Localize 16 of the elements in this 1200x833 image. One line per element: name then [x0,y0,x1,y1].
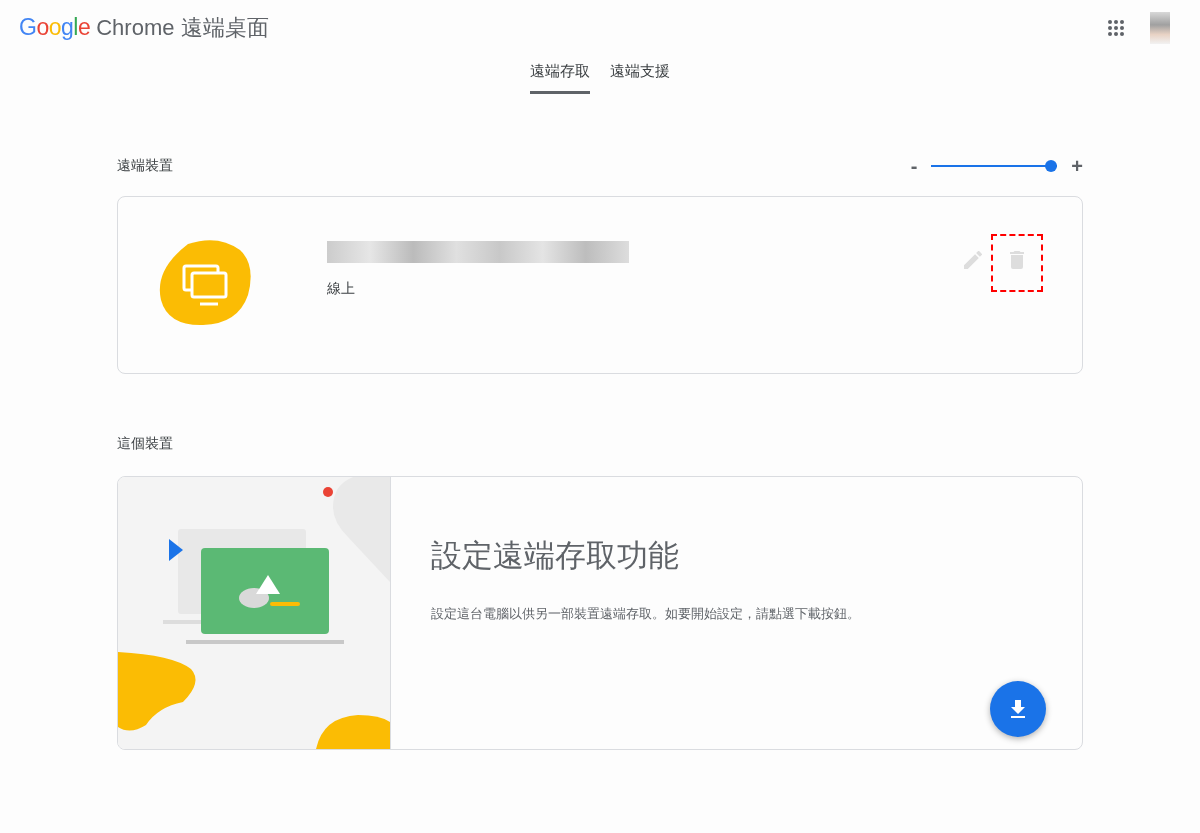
zoom-out-button[interactable]: - [910,154,918,178]
download-button[interactable] [990,681,1046,737]
setup-heading: 設定遠端存取功能 [431,537,680,575]
setup-description: 設定這台電腦以供另一部裝置遠端存取。如要開始設定，請點選下載按鈕。 [431,605,860,623]
tab[interactable]: 遠端支援 [610,60,670,94]
device-status: 線上 [327,279,356,298]
section-title: 遠端裝置 [117,157,173,175]
download-icon [1010,700,1026,718]
monitor-icon [158,240,252,326]
apps-grid-icon[interactable] [1108,20,1124,36]
section-title: 這個裝置 [117,435,173,453]
zoom-in-button[interactable]: + [1071,154,1083,178]
tab[interactable]: 遠端存取 [530,60,590,94]
google-logo: Google [19,14,91,41]
product-title: Chrome 遠端桌面 [96,14,269,42]
avatar-placeholder[interactable] [1150,12,1170,44]
